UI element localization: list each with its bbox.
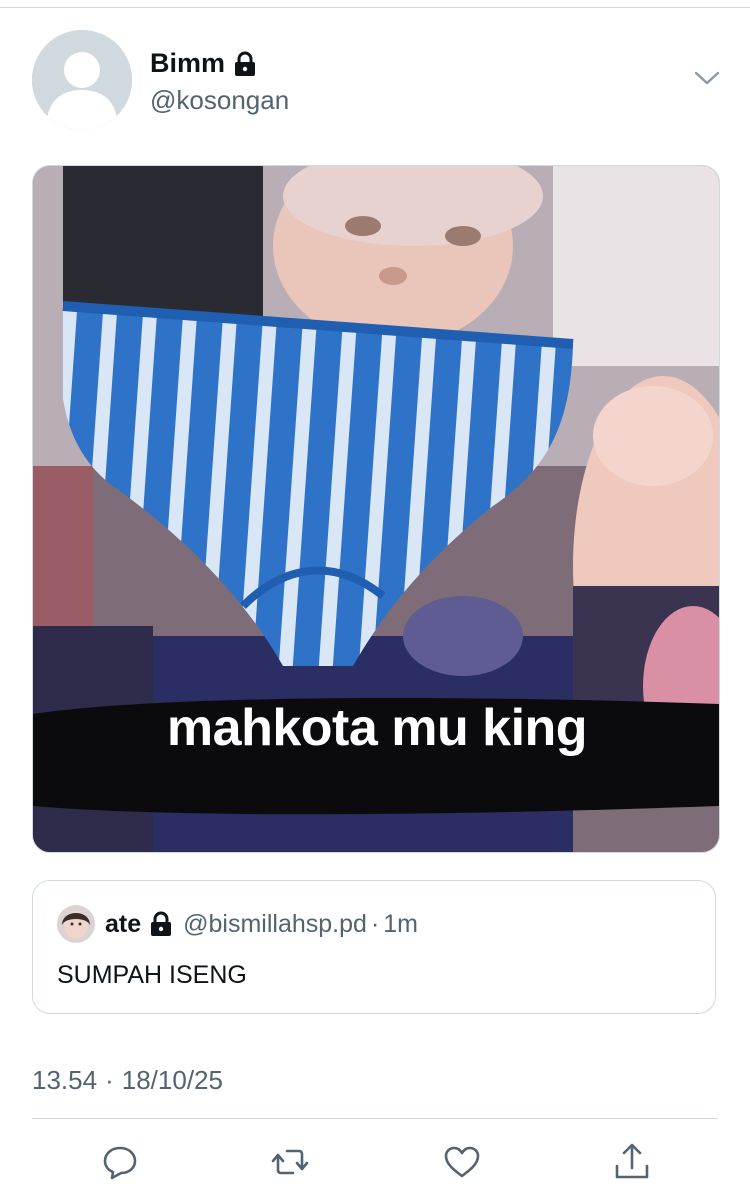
author-handle[interactable]: @kosongan: [150, 85, 289, 116]
author-avatar[interactable]: [32, 30, 132, 130]
lock-icon: [151, 911, 172, 936]
top-divider: [0, 7, 750, 8]
quoted-tweet-text: SUMPAH ISENG: [57, 961, 247, 989]
quoted-author-handle[interactable]: @bismillahsp.pd: [183, 910, 367, 939]
tweet-author: Bimm @kosongan: [150, 48, 289, 116]
tweet-timestamp[interactable]: 13.54 · 18/10/25: [32, 1065, 231, 1096]
retweet-icon[interactable]: [268, 1140, 312, 1184]
quoted-author-name[interactable]: ate: [105, 910, 141, 939]
quoted-tweet[interactable]: ate @bismillahsp.pd · 1m SUMPAH ISENG: [32, 880, 716, 1014]
quoted-separator: ·: [370, 909, 380, 938]
quoted-avatar-image: [57, 905, 95, 943]
like-icon[interactable]: [440, 1140, 484, 1184]
lock-icon: [235, 51, 256, 76]
quoted-timestamp[interactable]: 1m: [383, 910, 418, 939]
tweet-actions: [0, 1140, 750, 1190]
quoted-author-avatar[interactable]: [57, 905, 95, 943]
default-avatar-icon: [32, 30, 132, 130]
tweet-media[interactable]: mahkota mu king: [32, 165, 720, 853]
actions-divider: [32, 1118, 718, 1119]
tweet-time: 13.54: [32, 1065, 98, 1095]
author-name[interactable]: Bimm: [150, 48, 225, 79]
reply-icon[interactable]: [98, 1140, 142, 1184]
meme-caption: mahkota mu king: [166, 699, 588, 757]
timestamp-separator: ·: [105, 1065, 114, 1095]
quoted-tweet-header: ate @bismillahsp.pd · 1m: [57, 905, 418, 943]
share-icon[interactable]: [610, 1140, 654, 1184]
chevron-down-icon[interactable]: [692, 68, 722, 88]
tweet-date: 18/10/25: [121, 1065, 223, 1095]
